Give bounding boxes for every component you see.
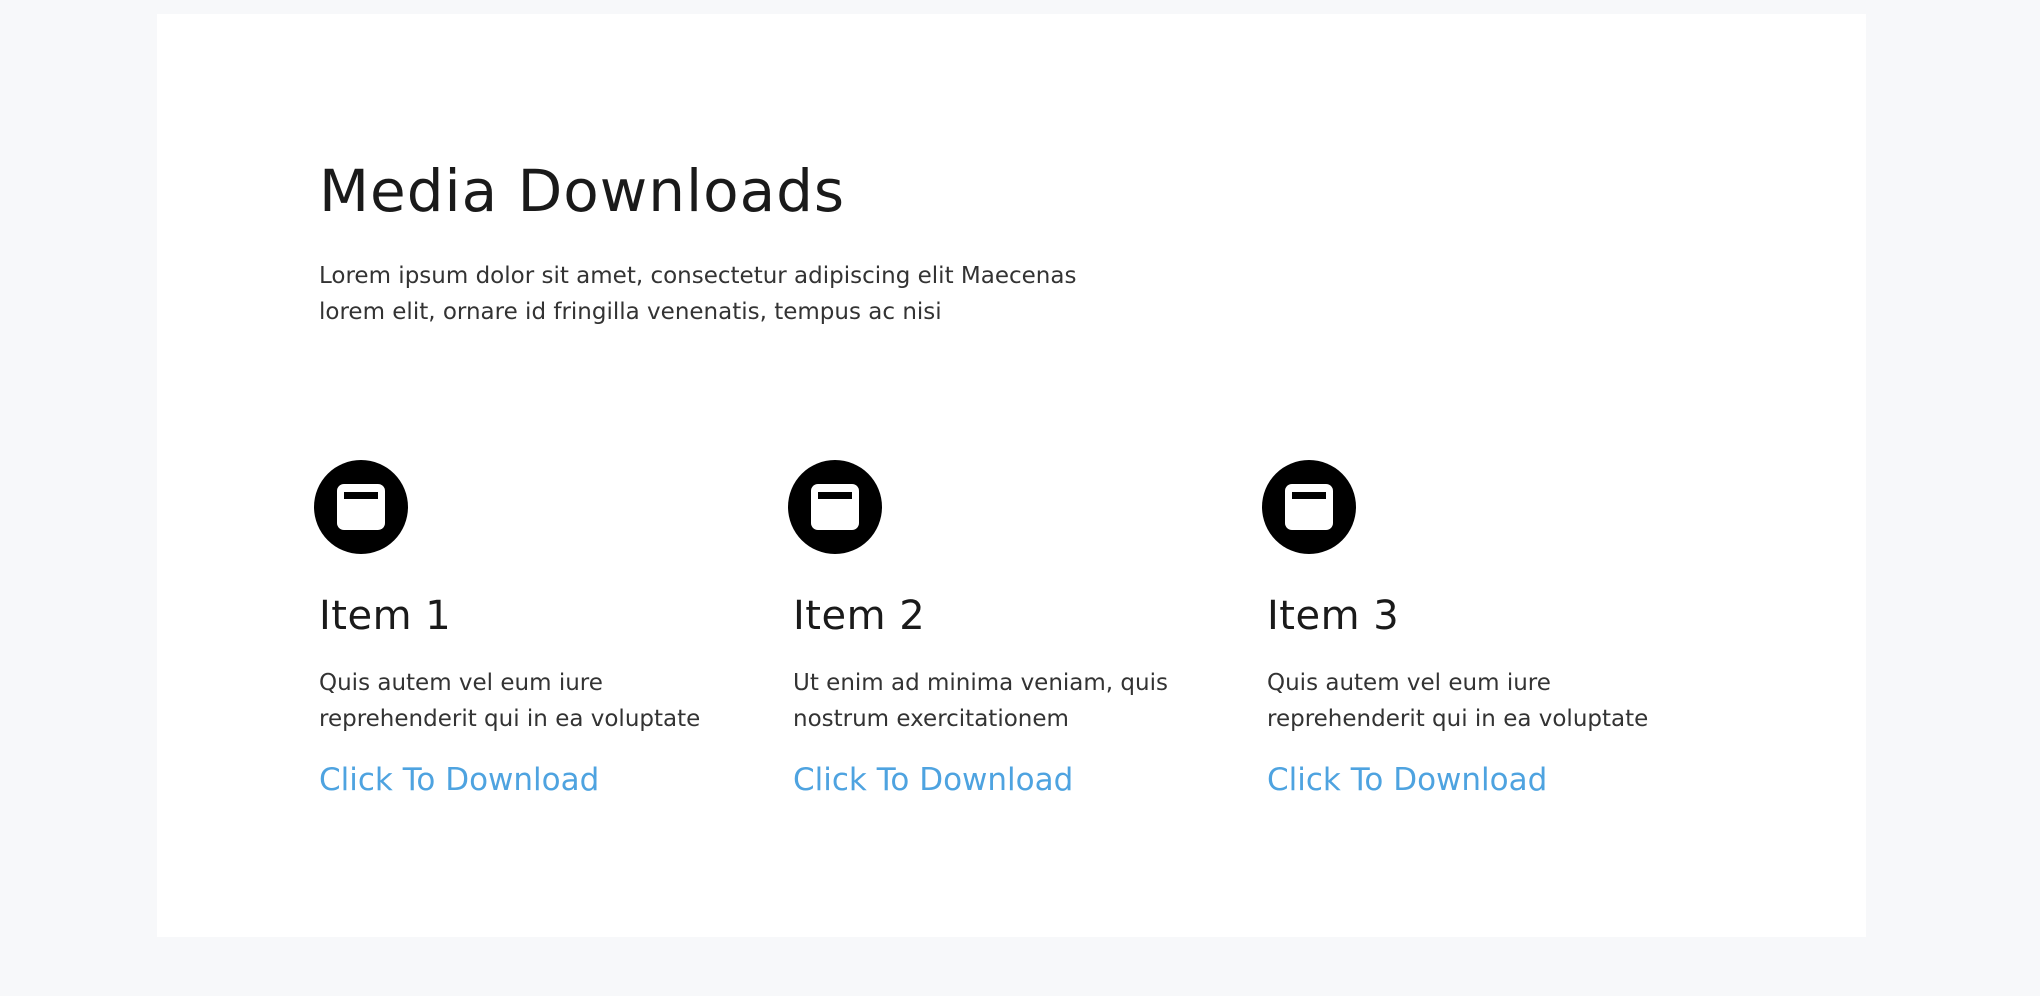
media-downloads-card: Media Downloads Lorem ipsum dolor sit am…: [157, 14, 1866, 937]
download-item-1: Item 1 Quis autem vel eum iure reprehend…: [314, 460, 749, 798]
window-icon: [1262, 460, 1356, 554]
item-description: Quis autem vel eum iure reprehenderit qu…: [1267, 670, 1649, 732]
window-icon: [314, 460, 408, 554]
item-description: Ut enim ad minima veniam, quis nostrum e…: [793, 670, 1168, 732]
item-title: Item 3: [1267, 593, 1400, 639]
download-link[interactable]: Click To Download: [1267, 762, 1547, 798]
window-icon: [788, 460, 882, 554]
download-items: Item 1 Quis autem vel eum iure reprehend…: [314, 460, 1749, 820]
download-link[interactable]: Click To Download: [319, 762, 599, 798]
download-item-3: Item 3 Quis autem vel eum iure reprehend…: [1262, 460, 1697, 798]
item-description: Quis autem vel eum iure reprehenderit qu…: [319, 670, 701, 732]
intro-text: Lorem ipsum dolor sit amet, consectetur …: [319, 263, 1077, 325]
download-link[interactable]: Click To Download: [793, 762, 1073, 798]
download-item-2: Item 2 Ut enim ad minima veniam, quis no…: [788, 460, 1223, 798]
item-title: Item 1: [319, 593, 452, 639]
page-title: Media Downloads: [319, 157, 846, 225]
item-title: Item 2: [793, 593, 926, 639]
